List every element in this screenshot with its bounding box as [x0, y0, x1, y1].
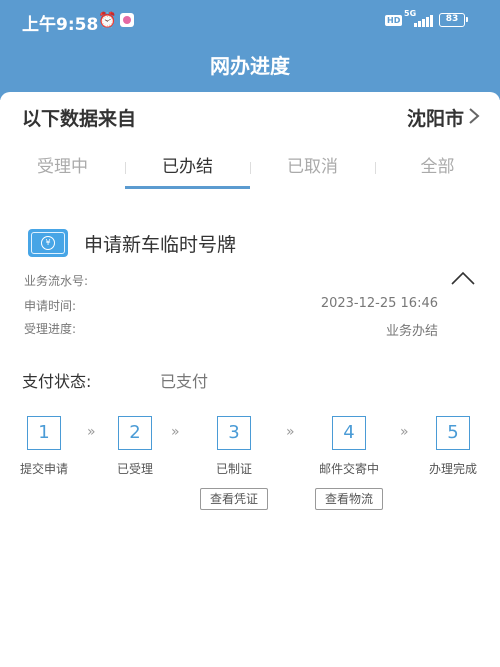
city-selector[interactable]: 沈阳市 [407, 104, 464, 131]
chevron-up-icon[interactable] [450, 270, 476, 286]
progress-value: 业务办结 [385, 324, 438, 339]
battery-icon: 83 [439, 13, 468, 27]
step-1-number: 1 [27, 416, 61, 450]
apply-time-value: 2023-12-25 16:46 [320, 296, 438, 311]
tab-all[interactable]: 全部 [375, 150, 500, 184]
apply-time-label: 申请时间: [24, 299, 77, 313]
signal-icon [414, 14, 433, 27]
step-2-number: 2 [118, 416, 152, 450]
step-separator-icon: » [286, 424, 295, 440]
step-4-label: 邮件交寄中 [318, 462, 379, 476]
step-separator-icon: » [171, 424, 180, 440]
step-5-label: 办理完成 [428, 462, 477, 476]
tab-processing[interactable]: 受理中 [0, 150, 125, 184]
hd-badge: HD [385, 15, 403, 26]
step-5-number: 5 [436, 416, 470, 450]
view-certificate-button[interactable]: 查看凭证 [200, 488, 268, 510]
data-source-label: 以下数据来自 [22, 108, 137, 130]
step-separator-icon: » [87, 424, 96, 440]
step-4-number: 4 [332, 416, 366, 450]
tab-completed[interactable]: 已办结 [125, 150, 250, 184]
status-bar: 上午9:58 ⏰ HD 5G 83 [0, 0, 500, 44]
step-2-label: 已受理 [116, 462, 153, 476]
service-title: 申请新车临时号牌 [84, 234, 237, 256]
serial-number-label: 业务流水号: [24, 274, 89, 288]
app-notification-icon [120, 13, 134, 27]
step-3-number: 3 [217, 416, 251, 450]
tab-cancelled[interactable]: 已取消 [250, 150, 375, 184]
payment-status-value: 已支付 [160, 372, 209, 391]
view-logistics-button[interactable]: 查看物流 [315, 488, 383, 510]
active-tab-indicator [125, 186, 250, 189]
step-1-label: 提交申请 [19, 462, 68, 476]
chevron-right-icon[interactable] [468, 107, 480, 130]
status-time: 上午9:58 [22, 15, 99, 35]
step-separator-icon: » [400, 424, 409, 440]
money-card-icon: ¥ [28, 229, 68, 257]
step-3-label: 已制证 [215, 462, 252, 476]
progress-label: 受理进度: [24, 322, 77, 336]
page-title: 网办进度 [210, 54, 290, 78]
payment-status-label: 支付状态: [22, 372, 92, 391]
data-source-row[interactable]: 以下数据来自 沈阳市 [22, 104, 482, 130]
alarm-clock-icon: ⏰ [98, 11, 117, 29]
status-tabs: 受理中 已办结 已取消 全部 [0, 150, 500, 194]
